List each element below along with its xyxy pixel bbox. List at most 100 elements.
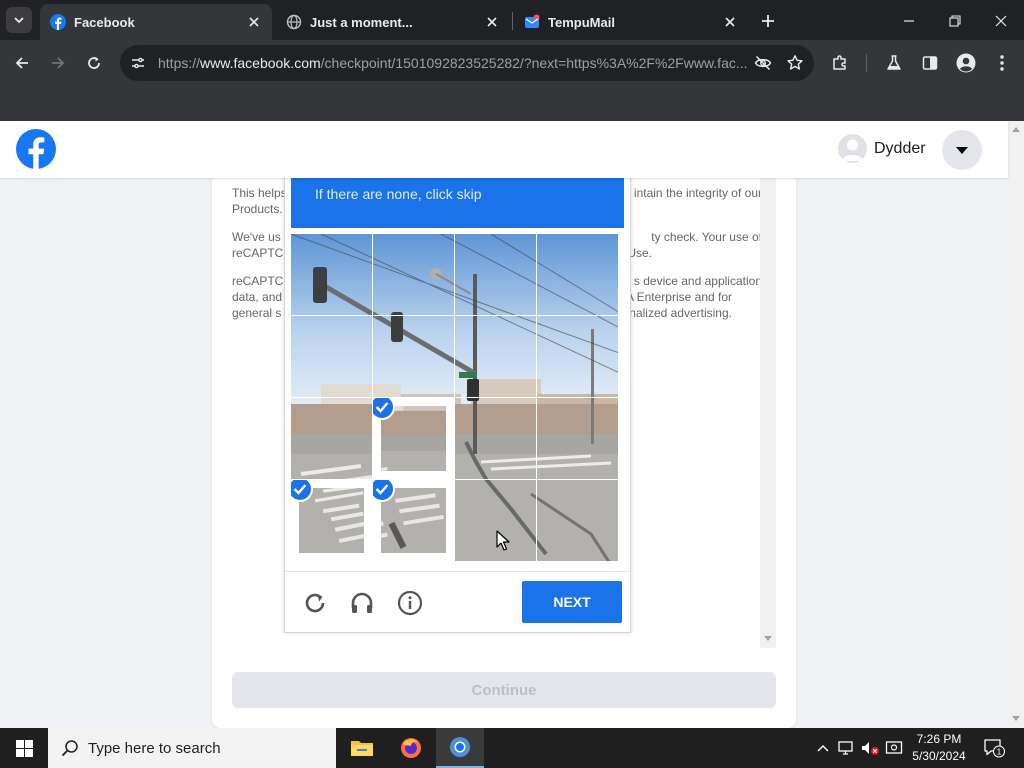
back-button[interactable]	[9, 50, 35, 76]
captcha-tile[interactable]	[291, 398, 372, 479]
facebook-logo[interactable]	[16, 129, 56, 169]
toolbar-separator	[866, 54, 867, 72]
recaptcha-footer: NEXT	[285, 571, 630, 632]
network-icon	[838, 741, 853, 755]
captcha-tile[interactable]	[291, 234, 372, 315]
taskbar-chrome[interactable]	[436, 728, 484, 768]
info-button[interactable]	[395, 588, 425, 618]
forward-button[interactable]	[45, 50, 71, 76]
image-grid	[291, 234, 622, 565]
legal-text: ty check. Your use of	[651, 230, 762, 244]
captcha-tile[interactable]	[455, 398, 536, 479]
reload-challenge-button[interactable]	[300, 588, 330, 618]
restore-button[interactable]	[942, 8, 968, 34]
facebook-favicon-icon	[50, 14, 66, 30]
captcha-tile[interactable]	[291, 316, 372, 397]
legal-scrollbar[interactable]	[760, 178, 776, 648]
street-scene-image	[455, 316, 536, 397]
folder-icon	[351, 741, 373, 756]
windows-logo-icon	[15, 739, 33, 757]
legal-text: s device and application	[633, 274, 762, 288]
street-scene-image	[537, 316, 618, 397]
display-icon	[885, 741, 903, 754]
street-scene-image	[455, 398, 536, 479]
street-scene-image	[373, 234, 454, 315]
tab-facebook[interactable]: Facebook	[40, 4, 272, 40]
clock-time: 7:26 PM	[916, 732, 962, 746]
tab-title: Just a moment...	[310, 14, 413, 30]
captcha-tile[interactable]	[455, 316, 536, 397]
restore-icon	[949, 15, 961, 27]
tray-app-button[interactable]	[884, 738, 904, 758]
star-icon[interactable]	[782, 50, 808, 76]
start-button[interactable]	[0, 728, 48, 768]
tab-tempumail[interactable]: TempuMail	[514, 4, 748, 40]
street-scene-image	[373, 316, 454, 397]
legal-text: reCAPTC	[232, 274, 284, 288]
firefox-icon	[401, 738, 421, 758]
captcha-tile[interactable]	[537, 234, 618, 315]
flask-icon	[887, 55, 901, 70]
scroll-down-icon[interactable]	[1012, 716, 1020, 721]
url-text: https://www.facebook.com/checkpoint/1501…	[158, 55, 750, 71]
extensions-button[interactable]	[827, 50, 853, 76]
legal-text: general s	[232, 306, 282, 320]
plus-icon	[762, 15, 774, 27]
captcha-tile[interactable]	[373, 234, 454, 315]
captcha-tile[interactable]	[537, 316, 618, 397]
avatar	[838, 134, 867, 163]
show-hidden-icons-button[interactable]	[813, 738, 833, 758]
captcha-tile[interactable]	[373, 398, 454, 479]
close-tab-icon[interactable]	[722, 14, 738, 30]
more-vertical-icon	[1000, 55, 1004, 71]
eye-off-icon[interactable]	[750, 50, 776, 76]
notifications-button[interactable]: 1	[982, 738, 1006, 758]
captcha-tile[interactable]	[291, 480, 372, 561]
headphones-icon	[351, 592, 373, 613]
page-scrollbar[interactable]	[1008, 121, 1024, 728]
street-scene-image	[455, 234, 536, 315]
tab-just-a-moment[interactable]: Just a moment...	[276, 4, 510, 40]
taskbar-search-box[interactable]: Type here to search	[48, 728, 336, 768]
captcha-tile[interactable]	[455, 234, 536, 315]
user-profile[interactable]: Dydder	[838, 134, 926, 163]
labs-button[interactable]	[881, 50, 907, 76]
profile-button[interactable]	[953, 50, 979, 76]
system-clock[interactable]: 7:26 PM 5/30/2024	[906, 731, 972, 765]
audio-challenge-button[interactable]	[347, 588, 377, 618]
browser-menu-button[interactable]	[989, 50, 1015, 76]
captcha-tile[interactable]	[373, 316, 454, 397]
network-button[interactable]	[836, 738, 856, 758]
recaptcha-challenge: crosswalks If there are none, click skip	[284, 160, 631, 633]
url-host: www.facebook.com	[200, 55, 321, 71]
new-tab-button[interactable]	[756, 9, 780, 33]
site-settings-icon[interactable]	[126, 51, 150, 75]
tab-search-button[interactable]	[6, 7, 32, 33]
minimize-button[interactable]	[896, 8, 922, 34]
scroll-down-icon[interactable]	[764, 636, 772, 641]
side-panel-button[interactable]	[917, 50, 943, 76]
scroll-up-icon[interactable]	[1012, 127, 1020, 132]
close-tab-icon[interactable]	[246, 14, 262, 30]
taskbar-file-explorer[interactable]	[338, 728, 386, 768]
next-button[interactable]: NEXT	[522, 581, 622, 623]
captcha-tile[interactable]	[373, 480, 454, 561]
address-bar[interactable]: https://www.facebook.com/checkpoint/1501…	[120, 45, 814, 81]
volume-button[interactable]	[860, 738, 880, 758]
account-menu-button[interactable]	[942, 130, 982, 170]
captcha-tile[interactable]	[537, 398, 618, 479]
continue-button[interactable]: Continue	[232, 672, 776, 708]
side-panel-icon	[922, 56, 938, 70]
reload-button[interactable]	[81, 50, 107, 76]
caret-down-icon	[956, 146, 968, 154]
close-window-button[interactable]	[988, 8, 1014, 34]
street-scene-image	[291, 234, 372, 315]
close-tab-icon[interactable]	[484, 14, 500, 30]
search-placeholder: Type here to search	[88, 739, 221, 757]
username: Dydder	[874, 139, 926, 157]
street-scene-image	[537, 480, 618, 561]
taskbar-firefox[interactable]	[387, 728, 435, 768]
legal-text: nalized advertising.	[629, 306, 732, 320]
captcha-tile[interactable]	[537, 480, 618, 561]
bookmarks-bar	[0, 86, 1024, 121]
